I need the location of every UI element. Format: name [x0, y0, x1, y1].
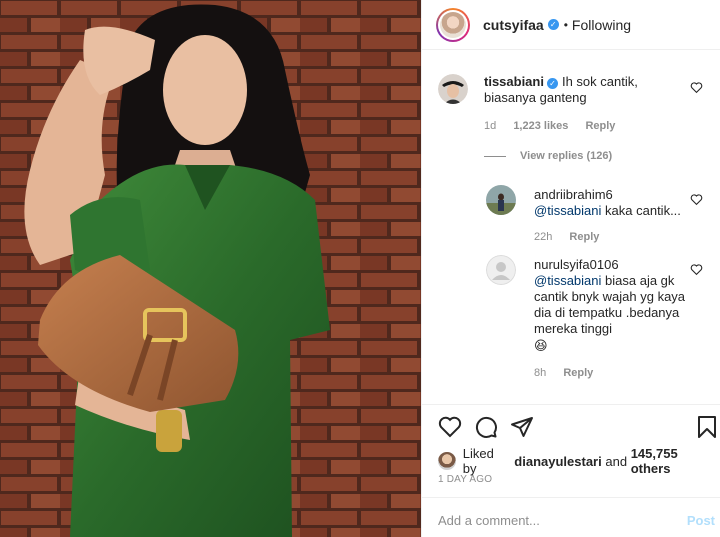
post-sidebar: cutsyifaa ✓ • Following tissabiani ✓ Ih so…: [421, 0, 720, 537]
reply-age: 22h: [534, 231, 553, 243]
reply-emoji: 😆: [534, 338, 548, 353]
comment-username[interactable]: tissabiani: [484, 74, 544, 89]
photo-illustration: [0, 0, 421, 537]
reply-meta: 22h Reply: [534, 231, 613, 243]
reply-avatar-default[interactable]: [486, 255, 516, 285]
author-avatar[interactable]: [436, 7, 470, 42]
header-separator: •: [563, 17, 568, 32]
reply-mention[interactable]: @tissabiani: [534, 203, 601, 218]
liked-by-user[interactable]: dianayulestari: [514, 454, 601, 469]
post-actions: [422, 404, 720, 444]
reply-username[interactable]: nurulsyifa0106: [534, 257, 683, 273]
add-comment-input[interactable]: Add a comment...: [438, 513, 540, 528]
like-reply-heart-icon[interactable]: [690, 193, 703, 206]
author-username[interactable]: cutsyifaa: [483, 17, 544, 33]
reply-text: nurulsyifa0106 @tissabiani biasa aja gk …: [534, 257, 686, 354]
liker-avatar[interactable]: [438, 452, 456, 470]
share-paper-plane-icon[interactable]: [510, 415, 534, 439]
comment-composer: Add a comment... Post: [422, 497, 720, 537]
post-comment-button[interactable]: Post: [687, 513, 715, 528]
verified-badge-icon: ✓: [546, 78, 558, 89]
like-reply-heart-icon[interactable]: [690, 263, 703, 276]
view-replies-button[interactable]: View replies (126): [484, 150, 612, 162]
liked-by: Liked by dianayulestari and 145,755 othe…: [438, 446, 720, 476]
comment-bubble-icon[interactable]: [474, 415, 498, 439]
reply-text: andriibrahim6 @tissabiani kaka cantik...: [534, 187, 684, 219]
like-comment-heart-icon[interactable]: [690, 81, 703, 94]
post-header: cutsyifaa ✓ • Following: [422, 0, 720, 50]
reply-username[interactable]: andriibrahim6: [534, 187, 681, 203]
liked-by-count[interactable]: 145,755 others: [631, 446, 720, 476]
reply-mention[interactable]: @tissabiani: [534, 273, 601, 288]
view-replies-label: View replies (126): [520, 150, 613, 162]
reply-age: 8h: [534, 367, 547, 379]
reply-button[interactable]: Reply: [585, 120, 615, 132]
comment-text: tissabiani ✓ Ih sok cantik, biasanya gante…: [484, 74, 684, 106]
following-button[interactable]: Following: [572, 17, 631, 33]
reply-button[interactable]: Reply: [569, 231, 599, 243]
like-heart-icon[interactable]: [438, 415, 462, 439]
reply-button[interactable]: Reply: [563, 367, 593, 379]
liked-by-connector: and: [605, 453, 628, 469]
comment-age: 1d: [484, 120, 497, 132]
comment-meta: 1d 1,223 likes Reply: [484, 120, 629, 132]
post-photo[interactable]: [0, 0, 421, 537]
reply-body: kaka cantik...: [605, 203, 681, 218]
comment-likes[interactable]: 1,223 likes: [513, 120, 568, 132]
reply-meta: 8h Reply: [534, 367, 607, 379]
verified-badge-icon: ✓: [547, 19, 559, 30]
liked-by-prefix: Liked by: [462, 446, 494, 476]
reply-avatar[interactable]: [486, 185, 516, 215]
save-bookmark-icon[interactable]: [695, 415, 719, 439]
post-timestamp: 1 DAY AGO: [438, 474, 493, 485]
commenter-avatar[interactable]: [438, 74, 468, 104]
view-replies-line: [484, 155, 506, 157]
